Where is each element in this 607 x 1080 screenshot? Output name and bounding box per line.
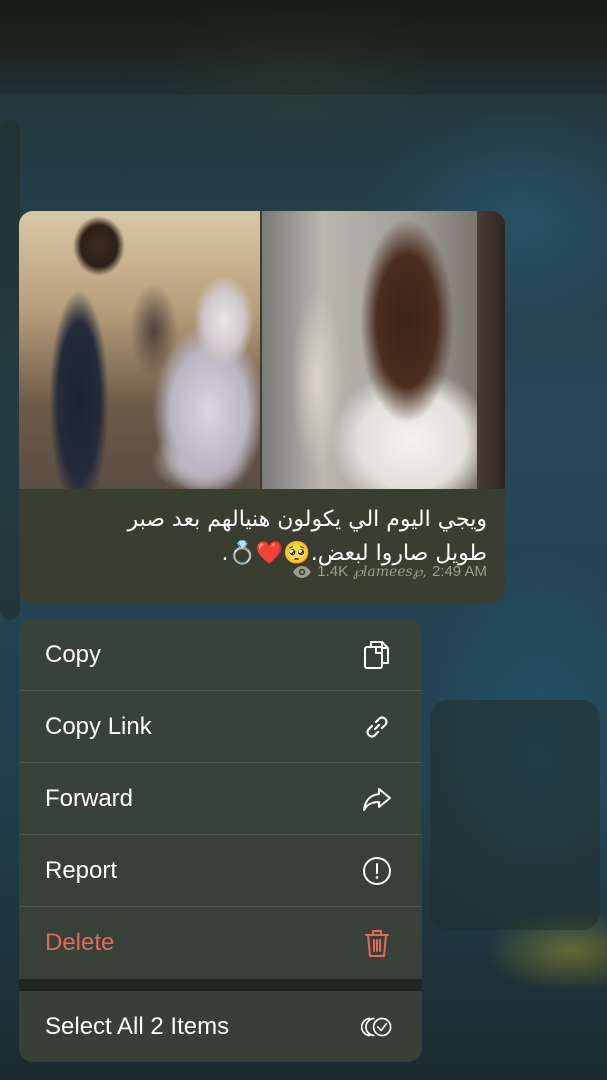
copy-icon (360, 638, 394, 672)
menu-item-copy-link[interactable]: Copy Link (19, 691, 422, 762)
blurred-message (430, 700, 600, 930)
trash-icon (360, 926, 394, 960)
menu-item-forward[interactable]: Forward (19, 763, 422, 834)
menu-item-delete[interactable]: Delete (19, 907, 422, 978)
message-meta: 1.4K ℘lamees℘, 2:49 AM (292, 563, 487, 580)
menu-separator-gap (19, 979, 422, 991)
forward-icon (360, 782, 394, 816)
photo-wedding-couple[interactable] (19, 211, 260, 489)
menu-item-label: Delete (45, 928, 115, 956)
photo-bride-back[interactable] (262, 211, 505, 489)
select-all-icon (360, 1010, 394, 1044)
context-menu: Copy Copy Link Forward Report Delete Sel… (19, 619, 422, 1062)
menu-item-label: Select All 2 Items (45, 1012, 230, 1040)
menu-item-select-all[interactable]: Select All 2 Items (19, 991, 422, 1062)
caption-line: ويجي اليوم الي يكولون هنيالهم بعد صبر (127, 507, 487, 532)
message-caption: ويجي اليوم الي يكولون هنيالهم بعد صبر طو… (35, 503, 487, 571)
message-time: 2:49 AM (431, 563, 487, 580)
view-count: 1.4K (317, 563, 349, 580)
menu-item-label: Forward (45, 784, 134, 812)
eye-icon (292, 565, 312, 579)
menu-item-report[interactable]: Report (19, 835, 422, 906)
menu-item-label: Report (45, 856, 118, 884)
header-blur (0, 0, 607, 95)
link-icon (360, 710, 394, 744)
message-bubble[interactable]: ويجي اليوم الي يكولون هنيالهم بعد صبر طو… (19, 211, 505, 603)
author-signature: ℘lamees℘, (353, 563, 427, 580)
blurred-message (0, 120, 20, 620)
menu-item-label: Copy (45, 640, 102, 668)
report-icon (360, 854, 394, 888)
menu-item-label: Copy Link (45, 712, 152, 740)
menu-item-copy[interactable]: Copy (19, 619, 422, 690)
